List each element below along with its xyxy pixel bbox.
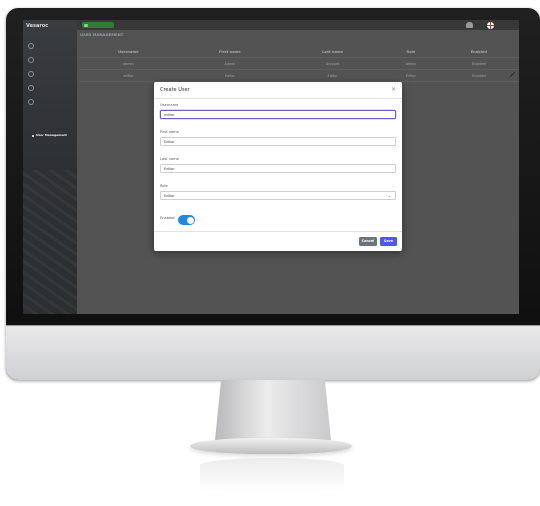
create-user-dialog: Create User × Username editor First name… bbox=[154, 82, 402, 251]
role-label: Role bbox=[160, 184, 168, 188]
sidebar-item-1[interactable] bbox=[23, 38, 77, 52]
sidebar-item-2[interactable] bbox=[23, 52, 77, 66]
first-name-input[interactable]: Editor bbox=[160, 137, 396, 146]
enabled-toggle[interactable] bbox=[178, 215, 195, 225]
users-icon[interactable] bbox=[466, 22, 473, 28]
sidebar-item-5[interactable] bbox=[23, 94, 77, 108]
sidebar-background-image bbox=[23, 170, 77, 314]
last-name-input[interactable]: Editor bbox=[160, 164, 396, 173]
top-bar bbox=[77, 20, 519, 30]
language-flag-icon[interactable] bbox=[487, 22, 494, 29]
enabled-label: Enabled bbox=[160, 216, 175, 220]
screen: Vesaroc User Management USER MANAGEMENT … bbox=[23, 20, 519, 314]
brand-logo: Vesaroc bbox=[26, 23, 49, 29]
username-input[interactable]: editor bbox=[160, 110, 396, 119]
role-select[interactable]: Editor ⌄ bbox=[160, 191, 396, 200]
sidebar-subitem-user-management[interactable]: User Management bbox=[32, 133, 77, 138]
save-button[interactable]: Save bbox=[380, 237, 397, 246]
last-name-label: Last name bbox=[160, 157, 179, 161]
sidebar-subnav: User Management bbox=[23, 108, 77, 138]
sidebar: Vesaroc User Management bbox=[23, 20, 77, 314]
username-label: Username bbox=[160, 103, 179, 107]
sidebar-item-3[interactable] bbox=[23, 66, 77, 80]
monitor-base bbox=[190, 438, 352, 454]
monitor-divider bbox=[6, 325, 540, 326]
monitor-chin bbox=[6, 325, 540, 380]
monitor-reflection bbox=[200, 458, 344, 494]
first-name-label: First name bbox=[160, 130, 179, 134]
sidebar-item-4[interactable] bbox=[23, 80, 77, 94]
chevron-down-icon: ⌄ bbox=[387, 193, 391, 198]
sidebar-nav: User Management bbox=[23, 38, 77, 138]
role-select-value: Editor bbox=[164, 194, 175, 198]
dialog-footer: Cancel Save bbox=[154, 231, 402, 252]
close-icon[interactable]: × bbox=[391, 86, 396, 93]
status-badge bbox=[82, 22, 114, 28]
camera-icon bbox=[84, 23, 88, 27]
cancel-button[interactable]: Cancel bbox=[359, 237, 377, 246]
dialog-title: Create User bbox=[160, 87, 190, 93]
dialog-header: Create User × bbox=[154, 82, 402, 99]
